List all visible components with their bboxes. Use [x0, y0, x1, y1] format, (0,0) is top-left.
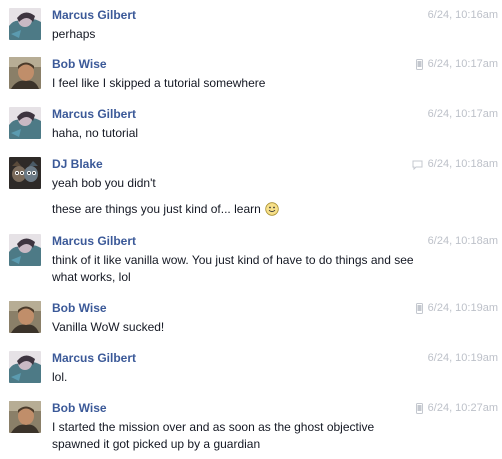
avatar-marcus-gilbert[interactable]	[9, 351, 41, 383]
sender-name[interactable]: Marcus Gilbert	[52, 351, 136, 366]
timestamp-text: 6/24, 10:17am	[427, 58, 498, 70]
timestamp: 6/24, 10:18am	[412, 157, 498, 172]
message-body: yeah bob you didn't	[52, 175, 452, 192]
timestamp: 6/24, 10:19am	[428, 351, 498, 366]
timestamp: 6/24, 10:16am	[428, 8, 498, 23]
smiley-icon	[265, 202, 279, 221]
message-text-extra: these are things you just kind of... lea…	[52, 202, 261, 216]
message-body: these are things you just kind of... lea…	[52, 201, 452, 221]
mobile-icon	[415, 59, 423, 70]
message-body: Vanilla WoW sucked!	[52, 319, 452, 336]
timestamp-text: 6/24, 10:16am	[427, 9, 498, 21]
timestamp-text: 6/24, 10:17am	[427, 108, 498, 120]
chat-icon	[412, 160, 423, 170]
timestamp: 6/24, 10:17am	[415, 57, 498, 72]
mobile-icon	[415, 303, 423, 314]
sender-name[interactable]: Bob Wise	[52, 401, 107, 416]
message-text: what works, lol	[52, 270, 131, 284]
message-body: perhaps	[52, 26, 452, 43]
timestamp: 6/24, 10:27am	[415, 401, 498, 416]
timestamp-text: 6/24, 10:18am	[427, 158, 498, 170]
timestamp: 6/24, 10:18am	[428, 234, 498, 249]
sender-name[interactable]: Marcus Gilbert	[52, 107, 136, 122]
message-text: yeah bob you didn't	[52, 176, 156, 190]
message-text: I feel like I skipped a tutorial somewhe…	[52, 76, 266, 90]
message-text: perhaps	[52, 27, 96, 41]
avatar-marcus-gilbert[interactable]	[9, 234, 41, 266]
avatar-marcus-gilbert[interactable]	[9, 107, 41, 139]
avatar-marcus-gilbert[interactable]	[9, 8, 41, 40]
sender-name[interactable]: Bob Wise	[52, 301, 107, 316]
mobile-icon	[415, 403, 423, 414]
message-text: these are things you just kind of... lea…	[52, 201, 452, 221]
avatar-bob-wise[interactable]	[9, 401, 41, 433]
message-body: I started the mission over and as soon a…	[52, 419, 452, 453]
message-body: think of it like vanilla wow. You just k…	[52, 252, 452, 286]
timestamp: 6/24, 10:19am	[415, 301, 498, 316]
message-text: I started the mission over and as soon a…	[52, 420, 375, 434]
message-body: lol.	[52, 369, 452, 386]
sender-name[interactable]: Marcus Gilbert	[52, 234, 136, 249]
timestamp-text: 6/24, 10:18am	[427, 235, 498, 247]
sender-name[interactable]: Bob Wise	[52, 57, 107, 72]
avatar-bob-wise[interactable]	[9, 57, 41, 89]
sender-name[interactable]: Marcus Gilbert	[52, 8, 136, 23]
sender-name[interactable]: DJ Blake	[52, 157, 103, 172]
message-text: haha, no tutorial	[52, 126, 139, 140]
message-text: spawned it got picked up by a guardian	[52, 437, 261, 451]
avatar-dj-blake[interactable]	[9, 157, 41, 189]
message-text: Vanilla WoW sucked!	[52, 320, 165, 334]
avatar-bob-wise[interactable]	[9, 301, 41, 333]
timestamp-text: 6/24, 10:27am	[427, 402, 498, 414]
timestamp-text: 6/24, 10:19am	[427, 302, 498, 314]
message-text: think of it like vanilla wow. You just k…	[52, 253, 414, 267]
timestamp: 6/24, 10:17am	[428, 107, 498, 122]
message-text: lol.	[52, 370, 68, 384]
message-body: haha, no tutorial	[52, 125, 452, 142]
timestamp-text: 6/24, 10:19am	[427, 352, 498, 364]
message-body: I feel like I skipped a tutorial somewhe…	[52, 75, 452, 92]
